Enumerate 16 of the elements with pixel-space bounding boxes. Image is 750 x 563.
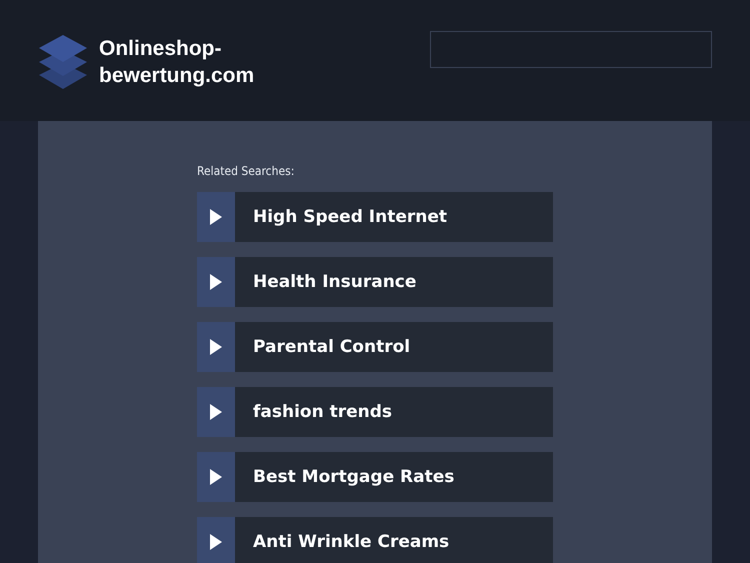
play-arrow-icon [210, 209, 222, 225]
play-arrow-icon [210, 339, 222, 355]
related-search-link[interactable]: fashion trends [197, 387, 553, 437]
play-arrow-icon [210, 534, 222, 550]
play-arrow-icon [210, 404, 222, 420]
related-search-link[interactable]: Anti Wrinkle Creams [197, 517, 553, 563]
search-field[interactable] [430, 31, 712, 68]
related-search-link[interactable]: High Speed Internet [197, 192, 553, 242]
layers-logo-icon [37, 33, 89, 91]
related-searches-heading: Related Searches: [197, 164, 296, 178]
play-arrow-icon [210, 274, 222, 290]
related-search-link[interactable]: Health Insurance [197, 257, 553, 307]
related-search-link[interactable]: Best Mortgage Rates [197, 452, 553, 502]
site-name-link[interactable]: Onlineshop-bewertung.com [99, 35, 279, 89]
related-search-link[interactable]: Parental Control [197, 322, 553, 372]
play-arrow-icon [210, 469, 222, 485]
